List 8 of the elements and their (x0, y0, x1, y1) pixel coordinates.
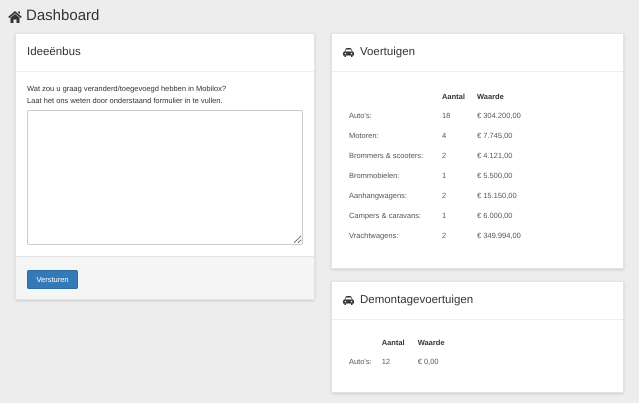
page-title: Dashboard (26, 6, 100, 26)
panel-title: Demontagevoertuigen (360, 292, 474, 308)
home-icon (8, 10, 22, 22)
car-icon (343, 296, 354, 305)
panel-title: Voertuigen (360, 44, 415, 60)
car-icon (343, 48, 354, 57)
panel-title: Ideeënbus (27, 44, 81, 60)
idea-text-field[interactable] (27, 110, 303, 245)
